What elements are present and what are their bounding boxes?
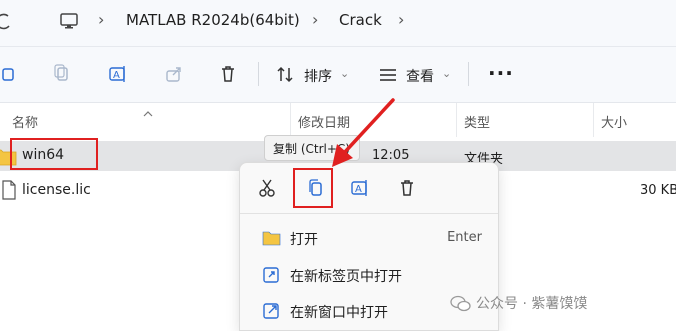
address-bar: › MATLAB R2024b(64bit) › Crack › [0,0,676,47]
chevron-down-icon[interactable]: ⌄ [442,67,451,80]
cut-icon[interactable] [254,175,280,201]
menu-item-open-new-tab[interactable]: 在新标签页中打开 [248,259,492,291]
cut-icon[interactable] [0,60,22,88]
svg-text:A: A [355,184,362,195]
wechat-icon [450,295,471,312]
breadcrumb-matlab[interactable]: MATLAB R2024b(64bit) [126,11,300,29]
sort-icon[interactable] [276,66,296,88]
column-header-type[interactable]: 类型 [464,112,490,131]
highlight-box [10,138,98,170]
toolbar-divider [258,62,259,86]
refresh-icon[interactable] [0,12,12,36]
share-icon[interactable] [160,60,188,88]
menu-item-open[interactable]: 打开 Enter [248,222,492,254]
rename-icon[interactable]: A [347,175,373,201]
column-divider[interactable] [593,103,594,137]
column-divider[interactable] [456,103,457,137]
column-header-name[interactable]: 名称 [12,112,38,131]
menu-item-label: 在新标签页中打开 [290,269,402,285]
breadcrumb-crack[interactable]: Crack [339,11,382,29]
toolbar-divider [468,62,469,86]
watermark-text: 公众号 · 紫薯馍馍 [476,296,588,312]
column-divider[interactable] [290,103,291,137]
chevron-right-icon[interactable]: › [398,10,404,29]
rename-icon[interactable]: A [104,60,132,88]
folder-icon [262,229,282,247]
delete-icon[interactable] [394,175,420,201]
sort-button-label[interactable]: 排序 [304,66,332,86]
chevron-right-icon: › [98,10,105,29]
menu-divider [240,213,498,214]
more-options-button[interactable]: ··· [488,61,514,85]
column-header-size[interactable]: 大小 [601,112,627,131]
chevron-right-icon: › [312,10,319,29]
view-button-label[interactable]: 查看 [406,66,434,86]
watermark: 公众号 · 紫薯馍馍 [450,293,587,313]
delete-icon[interactable] [214,60,242,88]
file-icon [2,180,16,204]
menu-item-label: 在新窗口中打开 [290,305,388,321]
computer-icon[interactable] [60,12,78,34]
chevron-down-icon[interactable]: ⌄ [340,67,349,80]
sort-ascending-icon [142,103,154,122]
view-icon[interactable] [378,67,398,87]
file-size: 30 KB [640,183,676,198]
file-name: license.lic [22,182,91,198]
open-in-new-tab-icon [262,266,282,284]
copy-icon[interactable] [48,60,76,88]
menu-item-label: 打开 [290,232,318,248]
menu-item-shortcut: Enter [447,230,482,245]
svg-text:A: A [113,70,120,81]
annotation-arrow-icon [332,98,395,167]
open-in-new-window-icon [262,302,282,320]
